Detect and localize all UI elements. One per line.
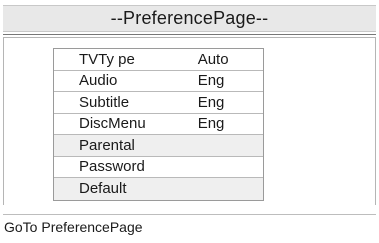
menu-item-default[interactable]: Default — [54, 178, 263, 200]
menu-item-password[interactable]: Password — [54, 156, 263, 178]
menu-item-value: Eng — [197, 72, 225, 90]
menu-item-parental[interactable]: Parental — [54, 135, 263, 157]
menu-item-label: DiscMenu — [79, 115, 146, 133]
menu-item-label: Password — [79, 158, 145, 176]
menu-item-label: Subtitle — [79, 93, 130, 111]
menu-item-value: Eng — [197, 93, 225, 111]
menu-item-audio[interactable]: Audio Eng — [54, 70, 263, 92]
menu-item-value: Auto — [197, 50, 229, 68]
menu-item-value: Eng — [197, 115, 225, 133]
status-bar: GoTo PreferencePage — [3, 214, 376, 238]
menu-item-label: Parental — [79, 136, 135, 154]
page-title: --PreferencePage-- — [3, 5, 376, 32]
menu-item-subtitle[interactable]: Subtitle Eng — [54, 92, 263, 114]
menu-item-disc-menu[interactable]: DiscMenu Eng — [54, 113, 263, 135]
menu-item-label: Audio — [79, 72, 118, 90]
title-divider — [3, 34, 376, 35]
menu-item-tv-type[interactable]: TVTy pe Auto — [54, 49, 263, 71]
preference-menu: TVTy pe Auto Audio Eng Subtitle Eng Disc… — [53, 48, 264, 201]
menu-item-label: TVTy pe — [79, 50, 135, 68]
menu-item-label: Default — [79, 180, 127, 198]
